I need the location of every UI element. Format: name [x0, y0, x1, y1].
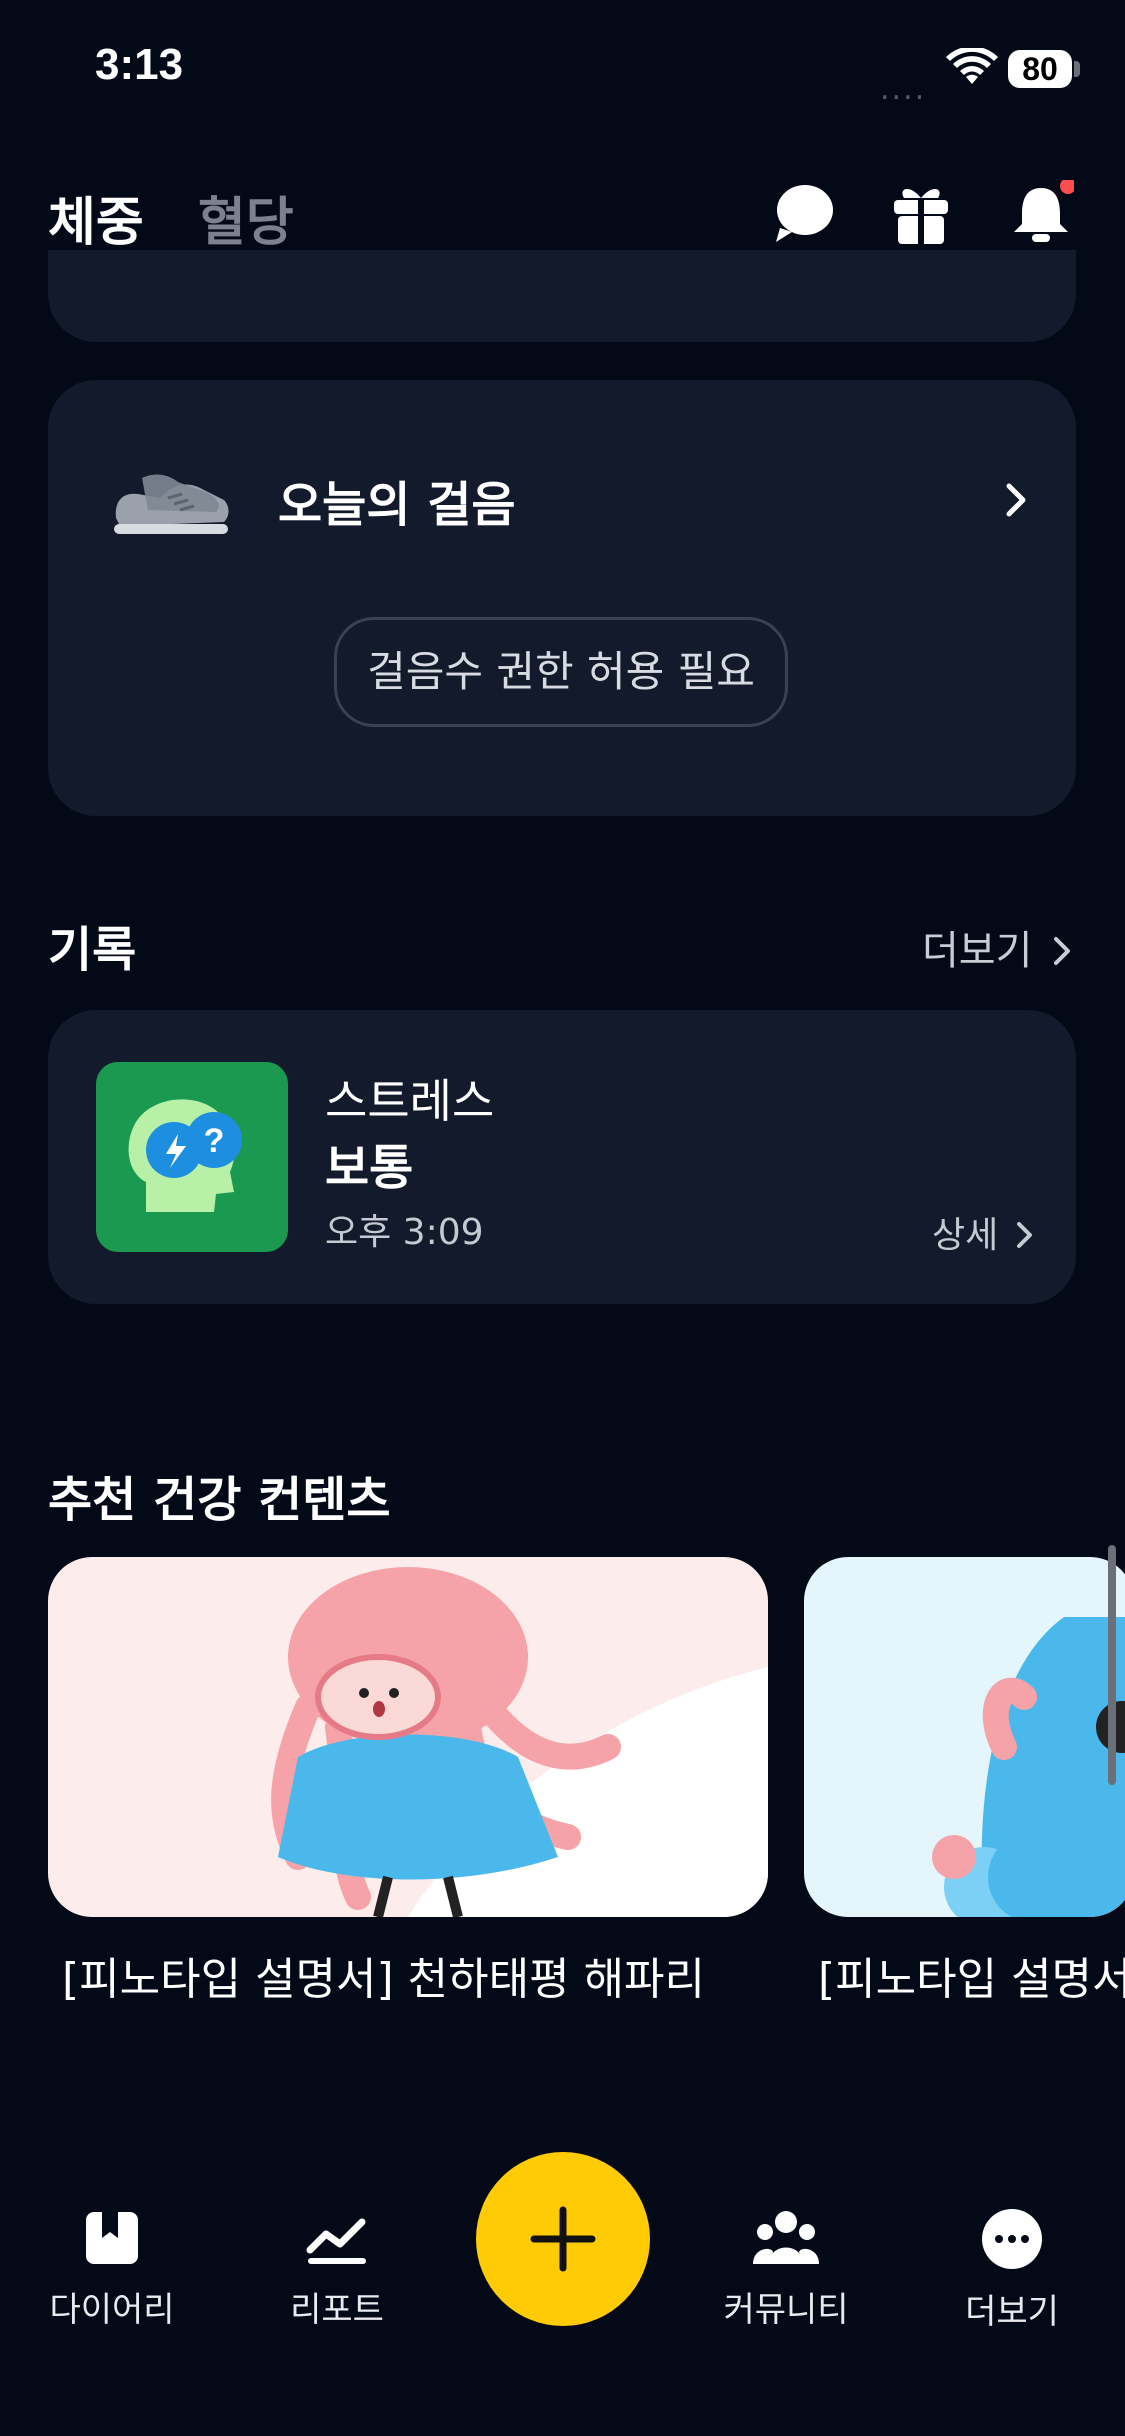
record-label: 스트레스 — [325, 1074, 495, 1128]
previous-card — [48, 250, 1076, 342]
walk-card[interactable] — [48, 380, 1076, 816]
diary-icon — [86, 2212, 138, 2264]
report-icon — [306, 2218, 366, 2264]
more-icon — [982, 2209, 1042, 2269]
battery-tip — [1074, 61, 1080, 77]
horizontal-scroll-indicator — [1108, 1545, 1116, 1785]
nav-diary[interactable]: 다이어리 — [32, 2208, 192, 2331]
wifi-icon — [946, 48, 998, 84]
records-title: 기록 — [48, 922, 137, 978]
chevron-right-icon — [1016, 1222, 1032, 1248]
tab-weight[interactable]: 체중 — [48, 180, 144, 255]
sneaker-icon — [114, 474, 229, 534]
gift-icon[interactable] — [888, 180, 954, 246]
nav-label: 더보기 — [965, 2292, 1059, 2332]
svg-text:?: ? — [204, 1122, 225, 1160]
notification-badge — [1060, 180, 1074, 194]
nav-more[interactable]: 더보기 — [932, 2208, 1092, 2333]
content-caption[interactable]: [피노타입 설명서] — [818, 1943, 1125, 2007]
record-value: 보통 — [325, 1140, 414, 1196]
content-card-jellyfish[interactable] — [48, 1557, 768, 1917]
status-time: 3:13 — [95, 40, 184, 89]
nav-label: 커뮤니티 — [723, 2290, 849, 2330]
walk-title: 오늘의 걸음 — [278, 477, 516, 533]
step-permission-button[interactable]: 걸음수 권한 허용 필요 — [334, 617, 788, 727]
content-card-second[interactable] — [804, 1557, 1125, 1917]
records-more-label: 더보기 — [922, 928, 1033, 974]
record-time: 오후 3:09 — [325, 1212, 484, 1253]
plus-icon — [530, 2206, 596, 2272]
battery-indicator: 80 — [1008, 50, 1072, 88]
jellyfish-illustration — [271, 1567, 768, 1917]
stress-thumbnail: ? — [96, 1062, 288, 1252]
signal-indicator: .... — [880, 72, 927, 107]
nav-report[interactable]: 리포트 — [257, 2208, 417, 2331]
tab-blood-sugar[interactable]: 혈당 — [198, 180, 294, 255]
nav-label: 리포트 — [290, 2290, 384, 2330]
record-detail-label: 상세 — [932, 1215, 999, 1256]
nav-label: 다이어리 — [49, 2290, 175, 2330]
chevron-right-icon — [1054, 937, 1071, 965]
bell-icon[interactable] — [1008, 180, 1074, 246]
community-icon — [753, 2211, 819, 2264]
head-question-icon: ? — [128, 1099, 242, 1212]
creature-illustration — [932, 1617, 1125, 1917]
content-caption[interactable]: [피노타입 설명서] 천하태평 해파리 — [62, 1943, 705, 2007]
record-detail-link[interactable]: 상세 — [932, 1206, 1036, 1258]
records-more-link[interactable]: 더보기 — [922, 918, 1075, 976]
recommended-title: 추천 건강 컨텐츠 — [48, 1472, 391, 1528]
chat-icon[interactable] — [770, 180, 836, 246]
nav-community[interactable]: 커뮤니티 — [706, 2208, 866, 2331]
chevron-right-icon[interactable] — [1003, 480, 1031, 520]
add-button[interactable] — [476, 2152, 650, 2326]
